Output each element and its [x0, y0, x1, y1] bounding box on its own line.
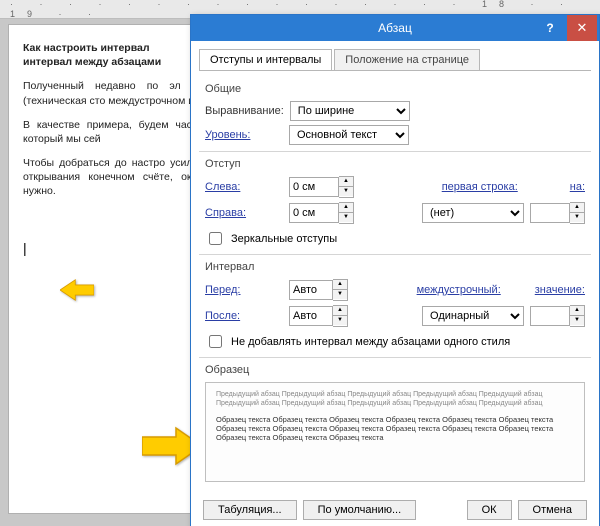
- dialog-title-bar: Абзац ? ✕: [191, 15, 599, 41]
- indent-left-spinner[interactable]: ▲▼: [289, 176, 354, 198]
- indent-left-input[interactable]: [289, 177, 339, 197]
- preview-sample-text: Образец текста Образец текста Образец те…: [216, 415, 574, 443]
- mirror-indents-label: Зеркальные отступы: [231, 233, 337, 245]
- first-line-label[interactable]: первая строка:: [442, 181, 518, 193]
- line-spacing-select[interactable]: Одинарный: [422, 306, 524, 326]
- indent-right-input[interactable]: [289, 203, 339, 223]
- level-label[interactable]: Уровень:: [205, 129, 283, 141]
- indent-left-label[interactable]: Слева:: [205, 181, 283, 193]
- spin-up-icon[interactable]: ▲: [333, 306, 347, 316]
- paragraph-dialog: Абзац ? ✕ Отступы и интервалы Положение …: [190, 14, 600, 526]
- close-button[interactable]: ✕: [567, 15, 597, 41]
- tab-position[interactable]: Положение на странице: [334, 49, 480, 70]
- spin-up-icon[interactable]: ▲: [333, 280, 347, 290]
- annotation-arrow-small: [60, 278, 94, 302]
- on-spinner[interactable]: ▲▼: [530, 202, 585, 224]
- alignment-select[interactable]: По ширине: [290, 101, 410, 121]
- indent-right-spinner[interactable]: ▲▼: [289, 202, 354, 224]
- group-sample: Образец: [205, 364, 585, 376]
- mirror-indents-checkbox[interactable]: [209, 232, 222, 245]
- first-line-select[interactable]: (нет): [422, 203, 524, 223]
- after-spinner[interactable]: ▲▼: [289, 305, 348, 327]
- spin-up-icon[interactable]: ▲: [339, 177, 353, 187]
- value-label[interactable]: значение:: [535, 284, 585, 296]
- spin-down-icon[interactable]: ▼: [570, 213, 584, 222]
- dialog-title: Абзац: [378, 21, 412, 35]
- group-interval: Интервал: [205, 261, 585, 273]
- spin-up-icon[interactable]: ▲: [339, 203, 353, 213]
- before-input[interactable]: [289, 280, 333, 300]
- cancel-button[interactable]: Отмена: [518, 500, 587, 520]
- tab-indents[interactable]: Отступы и интервалы: [199, 49, 332, 70]
- spin-down-icon[interactable]: ▼: [333, 290, 347, 299]
- default-button[interactable]: По умолчанию...: [303, 500, 417, 520]
- after-label[interactable]: После:: [205, 310, 283, 322]
- tab-panel: Общие Выравнивание: По ширине Уровень: О…: [199, 70, 591, 492]
- value-spinner[interactable]: ▲▼: [530, 305, 585, 327]
- doc-heading-2: интервал между абзацами: [23, 56, 161, 68]
- doc-heading-1: Как настроить интервал: [23, 42, 150, 54]
- dialog-button-row: Табуляция... По умолчанию... ОК Отмена: [191, 492, 599, 526]
- tabulation-button[interactable]: Табуляция...: [203, 500, 297, 520]
- spin-down-icon[interactable]: ▼: [570, 316, 584, 325]
- tab-strip: Отступы и интервалы Положение на страниц…: [191, 41, 599, 70]
- on-label[interactable]: на:: [570, 181, 585, 193]
- spin-up-icon[interactable]: ▲: [570, 203, 584, 213]
- no-add-space-checkbox[interactable]: [209, 335, 222, 348]
- alignment-label: Выравнивание:: [205, 105, 284, 117]
- level-select[interactable]: Основной текст: [289, 125, 409, 145]
- value-input[interactable]: [530, 306, 570, 326]
- before-label[interactable]: Перед:: [205, 284, 283, 296]
- spin-down-icon[interactable]: ▼: [339, 213, 353, 222]
- spin-down-icon[interactable]: ▼: [333, 316, 347, 325]
- help-button[interactable]: ?: [535, 15, 565, 41]
- on-input[interactable]: [530, 203, 570, 223]
- spin-up-icon[interactable]: ▲: [570, 306, 584, 316]
- preview-prev-text: Предыдущий абзац Предыдущий абзац Предыд…: [216, 391, 574, 409]
- before-spinner[interactable]: ▲▼: [289, 279, 348, 301]
- ok-button[interactable]: ОК: [467, 500, 512, 520]
- preview-box: Предыдущий абзац Предыдущий абзац Предыд…: [205, 382, 585, 482]
- line-spacing-label[interactable]: междустрочный:: [417, 284, 501, 296]
- group-indent: Отступ: [205, 158, 585, 170]
- group-general: Общие: [205, 83, 585, 95]
- no-add-space-label: Не добавлять интервал между абзацами одн…: [231, 336, 510, 348]
- indent-right-label[interactable]: Справа:: [205, 207, 283, 219]
- after-input[interactable]: [289, 306, 333, 326]
- spin-down-icon[interactable]: ▼: [339, 187, 353, 196]
